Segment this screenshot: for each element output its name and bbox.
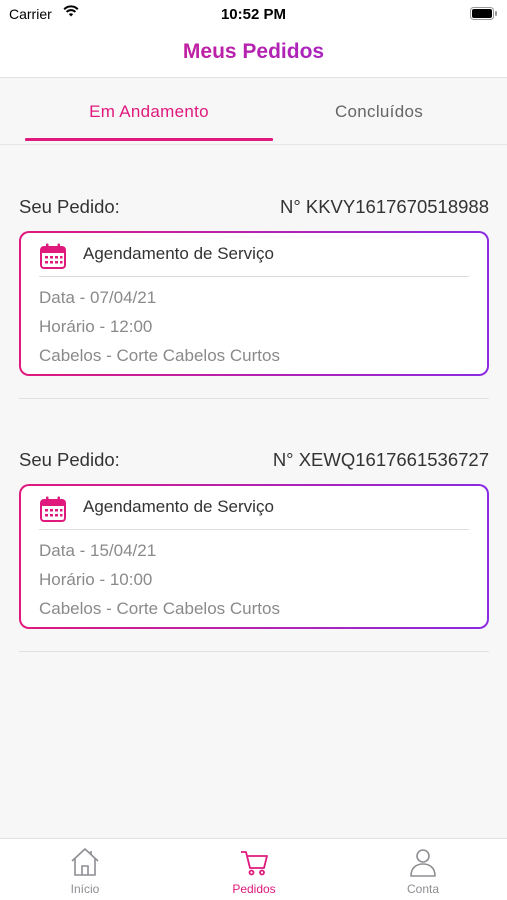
active-tab-indicator — [25, 138, 273, 141]
bottom-tab-bar: Início Pedidos Conta — [0, 838, 507, 900]
tabbar-label: Conta — [406, 882, 440, 896]
order-time: Horário - 10:00 — [39, 570, 153, 589]
clock: 10:52 PM — [220, 6, 287, 23]
tabbar-item-home[interactable]: Início — [35, 839, 135, 900]
order-tabs: Em Andamento Concluídos — [0, 79, 507, 145]
nav-header: Meus Pedidos — [0, 28, 507, 78]
home-icon — [69, 846, 101, 878]
tabbar-label: Pedidos — [232, 882, 276, 896]
card-divider — [39, 529, 469, 530]
battery-icon — [470, 7, 498, 23]
order-label: Seu Pedido: — [19, 196, 120, 217]
calendar-icon — [39, 495, 67, 528]
order-date: Data - 07/04/21 — [39, 288, 157, 307]
page-title: Meus Pedidos — [0, 40, 507, 64]
tab-in-progress[interactable]: Em Andamento — [25, 79, 273, 142]
tab-completed[interactable]: Concluídos — [255, 79, 503, 142]
order-separator — [19, 398, 489, 399]
tabbar-item-orders[interactable]: Pedidos — [204, 839, 304, 900]
order-separator — [19, 651, 489, 652]
card-title: Agendamento de Serviço — [83, 497, 274, 516]
calendar-icon — [39, 242, 67, 275]
order-service: Cabelos - Corte Cabelos Curtos — [39, 346, 280, 365]
user-icon — [407, 846, 439, 878]
order-card[interactable]: Agendamento de Serviço Data - 07/04/21 H… — [19, 231, 489, 376]
order-item: Seu Pedido: N° XEWQ1617661536727 Agendam… — [19, 449, 489, 652]
status-bar: Carrier 10:52 PM — [0, 0, 507, 28]
order-card[interactable]: Agendamento de Serviço Data - 15/04/21 H… — [19, 484, 489, 629]
order-label: Seu Pedido: — [19, 449, 120, 470]
order-service: Cabelos - Corte Cabelos Curtos — [39, 599, 280, 618]
order-date: Data - 15/04/21 — [39, 541, 157, 560]
card-divider — [39, 276, 469, 277]
tabbar-item-account[interactable]: Conta — [373, 839, 473, 900]
order-number: N° XEWQ1617661536727 — [272, 449, 489, 470]
card-title: Agendamento de Serviço — [83, 244, 274, 263]
order-number: N° KKVY1617670518988 — [279, 196, 489, 217]
cart-icon — [238, 846, 270, 878]
order-item: Seu Pedido: N° KKVY1617670518988 Agendam… — [19, 196, 489, 399]
order-header: Seu Pedido: N° XEWQ1617661536727 — [19, 449, 489, 479]
order-header: Seu Pedido: N° KKVY1617670518988 — [19, 196, 489, 226]
tabbar-label: Início — [70, 882, 100, 896]
order-time: Horário - 12:00 — [39, 317, 153, 336]
